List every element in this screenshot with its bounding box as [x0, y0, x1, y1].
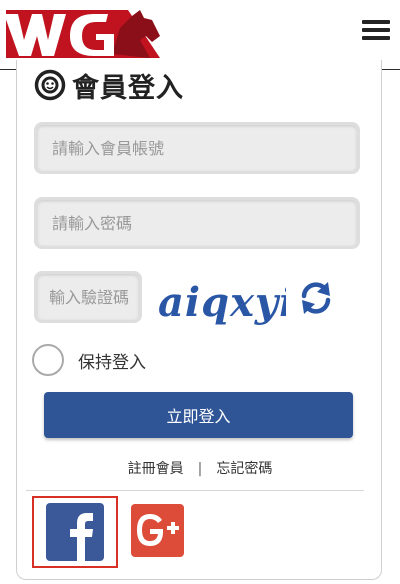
- menu-bar: [362, 36, 390, 40]
- forgot-password-link[interactable]: 忘記密碼: [216, 461, 272, 477]
- site-logo[interactable]: [0, 6, 170, 62]
- divider: [26, 490, 364, 491]
- google-plus-icon[interactable]: [131, 504, 184, 557]
- register-link[interactable]: 註冊會員: [128, 461, 184, 477]
- captcha-field[interactable]: [34, 271, 142, 323]
- captcha-text: aiqxyi: [158, 279, 286, 326]
- menu-bar: [362, 28, 390, 32]
- link-separator: |: [197, 461, 203, 477]
- remember-me-toggle[interactable]: 保持登入: [32, 344, 146, 376]
- remember-me-label: 保持登入: [78, 352, 146, 373]
- login-button[interactable]: 立即登入: [44, 392, 353, 438]
- refresh-icon[interactable]: [298, 280, 334, 316]
- captcha-input[interactable]: [49, 287, 139, 307]
- account-field[interactable]: [34, 122, 360, 174]
- remember-me-radio[interactable]: [32, 344, 64, 376]
- captcha-image: aiqxyi: [158, 279, 286, 326]
- login-title: 會員登入: [34, 68, 184, 104]
- login-title-text: 會員登入: [72, 72, 184, 104]
- facebook-icon[interactable]: [46, 503, 104, 561]
- smiley-icon: [34, 69, 66, 101]
- hamburger-icon[interactable]: [362, 20, 390, 44]
- menu-bar: [362, 20, 390, 24]
- password-field[interactable]: [34, 197, 360, 249]
- password-input[interactable]: [52, 213, 357, 233]
- account-input[interactable]: [52, 138, 357, 158]
- account-links: 註冊會員 | 忘記密碼: [0, 458, 400, 478]
